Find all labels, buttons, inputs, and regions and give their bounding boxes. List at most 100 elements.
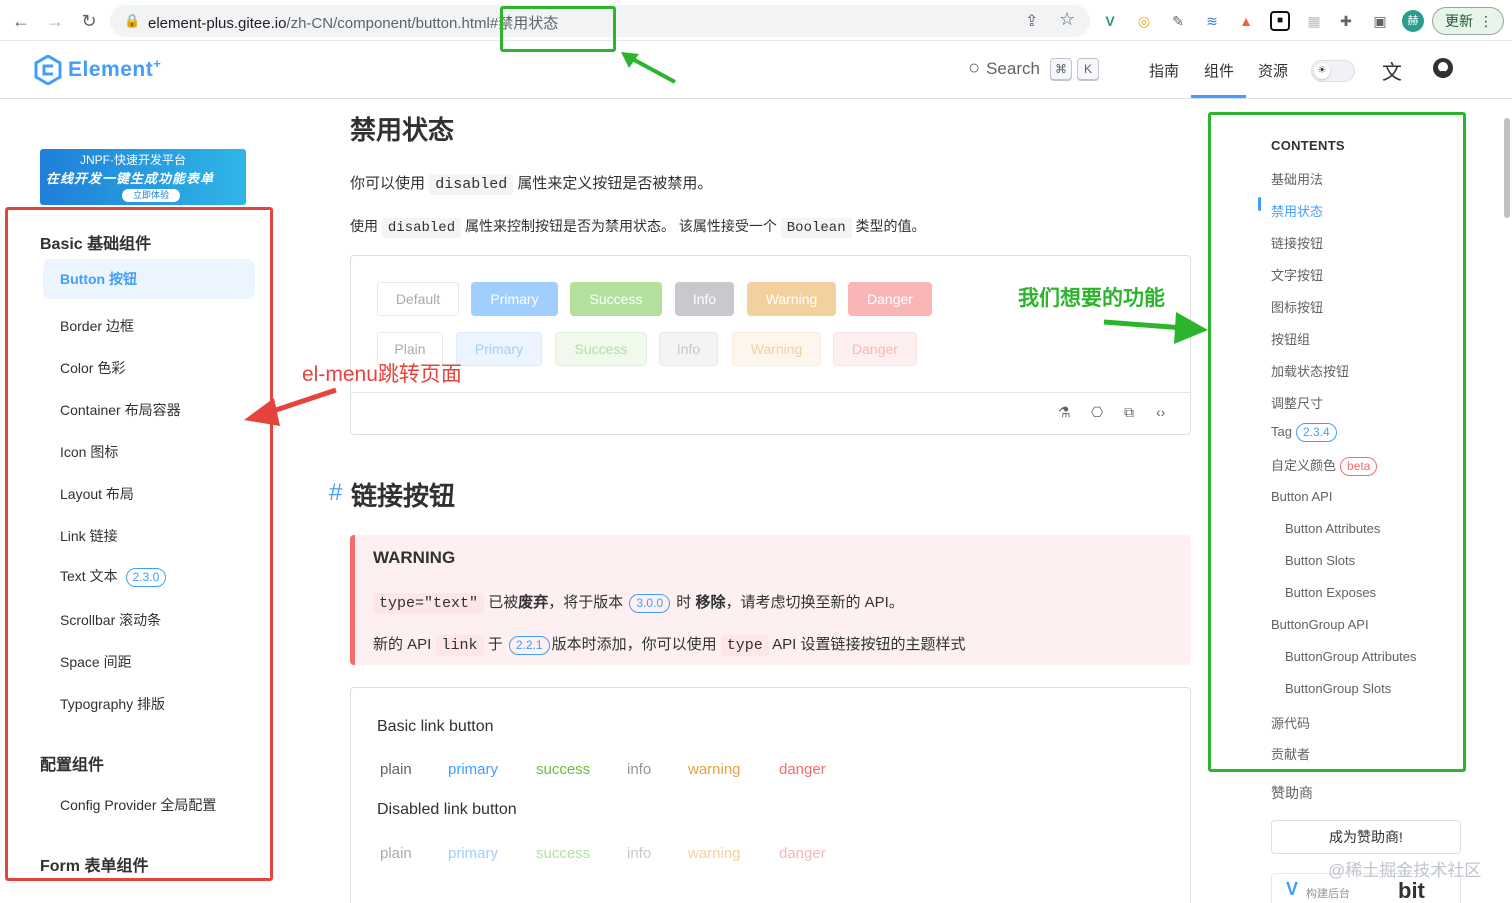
inline-code: type="text" — [373, 593, 485, 614]
reload-icon[interactable]: ↻ — [76, 8, 102, 34]
sidebar-item-config-provider[interactable]: Config Provider 全局配置 — [60, 795, 216, 815]
page-scrollbar[interactable] — [1504, 118, 1510, 218]
url-text[interactable]: element-plus.gitee.io/zh-CN/component/bu… — [148, 12, 558, 33]
sidebar-item-label: Text 文本 — [60, 568, 118, 584]
toc-item[interactable]: 按钮组 — [1271, 329, 1310, 348]
toc-item[interactable]: Button Exposes — [1285, 585, 1376, 600]
search-button[interactable]: ○ Search ⌘ K — [968, 57, 1099, 80]
link-info[interactable]: info — [627, 761, 651, 778]
disabled-link-danger[interactable]: danger — [779, 845, 826, 862]
disabled-plain-danger-button[interactable]: Danger — [833, 332, 917, 366]
become-sponsor-button[interactable]: 成为赞助商! — [1271, 820, 1461, 854]
translate-icon[interactable]: 文 — [1382, 56, 1402, 85]
toc-item[interactable]: 文字按钮 — [1271, 265, 1323, 284]
text: ，将于版本 — [548, 594, 624, 611]
sidebar-item-space[interactable]: Space 间距 — [60, 652, 132, 672]
nav-guide[interactable]: 指南 — [1149, 60, 1179, 81]
disabled-plain-success-button[interactable]: Success — [555, 332, 647, 366]
toc-item-custom-color[interactable]: 自定义颜色 beta — [1271, 455, 1378, 476]
disabled-plain-primary-button[interactable]: Primary — [456, 332, 542, 366]
toc-item-active[interactable]: 禁用状态 — [1271, 201, 1323, 220]
toc-item[interactable]: 调整尺寸 — [1271, 393, 1323, 412]
sidebar-ad-banner[interactable]: JNPF·快速开发平台 在线开发一键生成功能表单 立即体验 — [40, 149, 246, 205]
theme-toggle[interactable]: ☀ — [1311, 60, 1355, 82]
toc-item[interactable]: 贡献者 — [1271, 744, 1310, 763]
banner-cta[interactable]: 立即体验 — [122, 189, 180, 202]
link-success[interactable]: success — [536, 761, 590, 778]
disabled-plain-info-button[interactable]: Info — [659, 332, 718, 366]
disabled-link-warning[interactable]: warning — [688, 845, 741, 862]
toc-item[interactable]: ButtonGroup API — [1271, 617, 1369, 632]
link-primary[interactable]: primary — [448, 761, 498, 778]
copy-icon[interactable]: ⧉ — [1124, 404, 1134, 421]
inline-code: type — [720, 635, 769, 656]
link-warning[interactable]: warning — [688, 761, 741, 778]
code-icon[interactable]: ‹› — [1156, 404, 1165, 420]
nav-active-indicator — [1191, 95, 1246, 98]
github-icon[interactable] — [1432, 57, 1454, 84]
element-logo[interactable]: Element + — [34, 55, 161, 85]
sidebar-item-scrollbar[interactable]: Scrollbar 滚动条 — [60, 610, 161, 630]
toc-item-tag[interactable]: Tag 2.3.4 — [1271, 423, 1337, 442]
forward-icon[interactable]: → — [42, 8, 68, 34]
disabled-plain-warning-button[interactable]: Warning — [732, 332, 821, 366]
toc-item[interactable]: 图标按钮 — [1271, 297, 1323, 316]
toc-item[interactable]: Button API — [1271, 489, 1332, 504]
puzzle-icon[interactable]: ✚ — [1336, 11, 1356, 31]
sidepanel-icon[interactable]: ▣ — [1370, 11, 1390, 31]
link-plain[interactable]: plain — [380, 761, 412, 778]
nav-component[interactable]: 组件 — [1204, 60, 1234, 81]
disabled-info-button[interactable]: Info — [675, 282, 734, 316]
bookmark-star-icon[interactable]: ☆ — [1059, 9, 1075, 30]
toc-item[interactable]: ButtonGroup Attributes — [1285, 649, 1417, 664]
sidebar-item-link[interactable]: Link 链接 — [60, 526, 118, 546]
github-icon[interactable]: ⎔ — [1091, 404, 1103, 421]
sidebar-item-typography[interactable]: Typography 排版 — [60, 694, 165, 714]
text: ，请考虑切换至新的 API。 — [725, 594, 904, 611]
playground-icon[interactable]: ⚗ — [1058, 404, 1071, 421]
toc-item[interactable]: 加载状态按钮 — [1271, 361, 1349, 380]
avatar[interactable]: 赫 — [1402, 10, 1424, 32]
extension-icon[interactable]: ▲ — [1236, 11, 1256, 31]
extension-icon[interactable]: ✎ — [1168, 11, 1188, 31]
extension-icon[interactable]: ≋ — [1202, 11, 1222, 31]
sidebar-item-layout[interactable]: Layout 布局 — [60, 484, 134, 504]
extension-icon[interactable]: ■ — [1270, 11, 1290, 31]
disabled-link-primary[interactable]: primary — [448, 845, 498, 862]
heading-anchor[interactable]: # — [329, 479, 342, 507]
toc-item[interactable]: Button Attributes — [1285, 521, 1380, 536]
update-button[interactable]: 更新 ⋮ — [1432, 7, 1504, 35]
disabled-link-success[interactable]: success — [536, 845, 590, 862]
text: 类型的值。 — [855, 218, 926, 234]
disabled-default-button[interactable]: Default — [377, 282, 459, 316]
site-header: Element + ○ Search ⌘ K 指南 组件 资源 ☀ 文 — [0, 41, 1512, 99]
extension-icon[interactable]: ◎ — [1134, 11, 1154, 31]
disabled-primary-button[interactable]: Primary — [471, 282, 558, 316]
disabled-link-info[interactable]: info — [627, 845, 651, 862]
nav-resource[interactable]: 资源 — [1258, 60, 1288, 81]
sidebar-item-border[interactable]: Border 边框 — [60, 316, 134, 336]
toc-item[interactable]: ButtonGroup Slots — [1285, 681, 1391, 696]
vue-devtools-icon[interactable]: V — [1100, 11, 1120, 31]
extension-icon[interactable]: ▦ — [1304, 11, 1324, 31]
disabled-warning-button[interactable]: Warning — [747, 282, 836, 316]
back-icon[interactable]: ← — [8, 8, 34, 34]
disabled-success-button[interactable]: Success — [570, 282, 662, 316]
text: 属性来定义按钮是否被禁用。 — [517, 175, 713, 192]
sidebar-item-icon[interactable]: Icon 图标 — [60, 442, 118, 462]
toc-item[interactable]: 链接按钮 — [1271, 233, 1323, 252]
sidebar-item-color[interactable]: Color 色彩 — [60, 358, 125, 378]
toc-item[interactable]: 源代码 — [1271, 713, 1310, 732]
sidebar-item-button[interactable]: Button 按钮 — [43, 259, 255, 299]
disabled-danger-button[interactable]: Danger — [848, 282, 932, 316]
sun-icon: ☀ — [1314, 63, 1330, 79]
sidebar-item-container[interactable]: Container 布局容器 — [60, 400, 181, 420]
sidebar-item-text[interactable]: Text 文本 2.3.0 — [60, 566, 167, 587]
disabled-link-plain[interactable]: plain — [380, 845, 412, 862]
link-danger[interactable]: danger — [779, 761, 826, 778]
green-arrow-up — [621, 52, 676, 84]
warning-callout: WARNING type="text" 已被废弃，将于版本 3.0.0 时 移除… — [350, 535, 1191, 665]
toc-item[interactable]: 基础用法 — [1271, 169, 1323, 188]
share-icon[interactable]: ⇪ — [1025, 11, 1038, 31]
toc-item[interactable]: Button Slots — [1285, 553, 1355, 568]
